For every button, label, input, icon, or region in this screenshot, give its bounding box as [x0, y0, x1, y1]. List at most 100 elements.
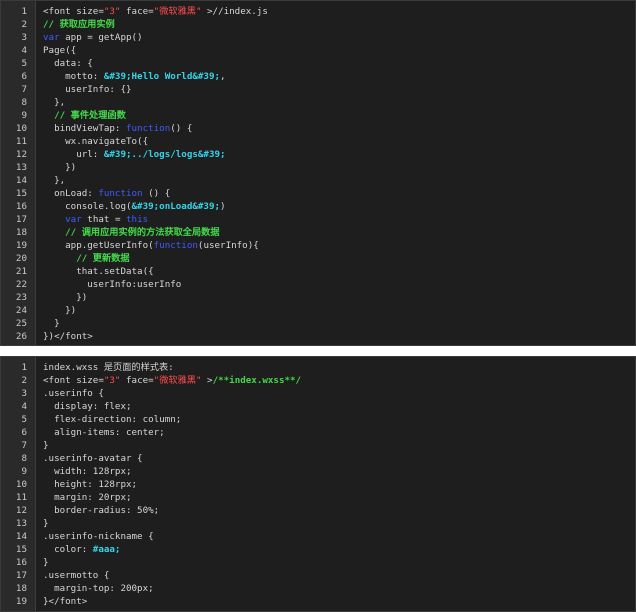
line-number: 2 [21, 375, 27, 386]
code-text: }, [43, 96, 65, 109]
code-token: "微软雅黑" [153, 6, 202, 17]
line-number: 8 [21, 97, 27, 108]
code-text: color: #aaa; [43, 543, 120, 556]
code-line: 7 userInfo: {} [1, 83, 635, 96]
code-token: .userinfo-nickname { [43, 531, 154, 542]
code-text: flex-direction: column; [43, 413, 181, 426]
code-token: width: 128rpx; [43, 466, 132, 477]
code-token: that.setData({ [43, 266, 154, 277]
code-line: 5 data: { [1, 57, 635, 70]
code-line: 3 var app = getApp() [1, 31, 635, 44]
line-number: 11 [15, 136, 27, 147]
line-number: 11 [15, 492, 27, 503]
line-number: 9 [21, 466, 27, 477]
code-token: // 更新数据 [43, 253, 130, 264]
line-number: 22 [15, 279, 27, 290]
code-token: this [126, 214, 149, 225]
code-text: console.log(&#39;onLoad&#39;) [43, 200, 226, 213]
code-text: .usermotto { [43, 569, 109, 582]
code-text: that.setData({ [43, 265, 154, 278]
code-token: .userinfo-avatar { [43, 453, 143, 464]
code-token: , [220, 71, 226, 82]
line-number: 18 [15, 227, 27, 238]
code-line: 9 // 事件处理函数 [1, 109, 635, 122]
code-line: 18 margin-top: 200px; [1, 582, 635, 595]
code-text: // 获取应用实例 [43, 18, 115, 31]
code-token: Page({ [43, 45, 77, 56]
line-number: 6 [21, 71, 27, 82]
code-token: wx.navigateTo({ [43, 136, 149, 147]
code-token: &#39;onLoad&#39; [131, 201, 221, 212]
code-token: }</font> [43, 596, 88, 607]
code-token: display: flex; [43, 401, 132, 412]
code-text: width: 128rpx; [43, 465, 132, 478]
code-line: 26})</font> [1, 330, 635, 343]
code-line: 4 display: flex; [1, 400, 635, 413]
code-text: Page({ [43, 44, 76, 57]
code-line: 10 bindViewTap: function() { [1, 122, 635, 135]
code-token: face= [120, 375, 154, 386]
code-text: var that = this [43, 213, 148, 226]
code-line: 22 userInfo:userInfo [1, 278, 635, 291]
line-number: 14 [15, 175, 27, 186]
code-text: border-radius: 50%; [43, 504, 159, 517]
code-text: })</font> [43, 330, 93, 343]
code-text: app.getUserInfo(function(userInfo){ [43, 239, 259, 252]
code-token: }) [43, 292, 88, 303]
code-text: } [43, 439, 49, 452]
code-token: motto: [43, 71, 104, 82]
code-token: } [43, 557, 49, 568]
code-text: display: flex; [43, 400, 132, 413]
code-line: 11 margin: 20rpx; [1, 491, 635, 504]
line-number: 2 [21, 19, 27, 30]
code-token: align-items: center; [43, 427, 165, 438]
code-line: 13} [1, 517, 635, 530]
line-number: 1 [21, 362, 27, 373]
code-text: // 事件处理函数 [43, 109, 126, 122]
code-text: }, [43, 174, 65, 187]
code-token: console.log( [43, 201, 132, 212]
line-number: 10 [15, 123, 27, 134]
line-number: 7 [21, 84, 27, 95]
code-text: url: &#39;../logs/logs&#39; [43, 148, 225, 161]
code-token: /**index.wxss**/ [212, 375, 302, 386]
code-line: 17 var that = this [1, 213, 635, 226]
code-token: ) [220, 201, 226, 212]
line-number: 23 [15, 292, 27, 303]
code-text: }) [43, 291, 87, 304]
code-line: 16 console.log(&#39;onLoad&#39;) [1, 200, 635, 213]
line-number: 17 [15, 570, 27, 581]
code-token: app.getUserInfo( [43, 240, 154, 251]
code-token: margin-top: 200px; [43, 583, 154, 594]
code-token: }) [43, 162, 77, 173]
line-number: 19 [15, 240, 27, 251]
code-text: height: 128rpx; [43, 478, 137, 491]
code-text: } [43, 556, 49, 569]
code-token: userInfo: {} [43, 84, 132, 95]
line-number: 14 [15, 531, 27, 542]
line-number: 1 [21, 6, 27, 17]
code-line: 2 // 获取应用实例 [1, 18, 635, 31]
code-text: wx.navigateTo({ [43, 135, 148, 148]
code-token: <font size= [43, 6, 104, 17]
code-line: 7} [1, 439, 635, 452]
code-token: onLoad: [43, 188, 99, 199]
code-text: motto: &#39;Hello World&#39;, [43, 70, 226, 83]
code-line: 1 <font size="3" face="微软雅黑" >//index.js [1, 5, 635, 18]
code-line: 16} [1, 556, 635, 569]
code-token: <font size= [43, 375, 104, 386]
line-number: 20 [15, 253, 27, 264]
code-text: align-items: center; [43, 426, 165, 439]
code-token: height: 128rpx; [43, 479, 138, 490]
code-text: index.wxss 是页面的样式表: [43, 361, 174, 374]
code-token: } [43, 518, 49, 529]
code-token: .userinfo { [43, 388, 104, 399]
line-number: 7 [21, 440, 27, 451]
code-text: onLoad: function () { [43, 187, 170, 200]
code-line: 1 index.wxss 是页面的样式表: [1, 361, 635, 374]
line-number: 5 [21, 58, 27, 69]
code-token: (userInfo){ [197, 240, 259, 251]
code-token: &#39;Hello World&#39; [103, 71, 221, 82]
code-token: .usermotto { [43, 570, 110, 581]
